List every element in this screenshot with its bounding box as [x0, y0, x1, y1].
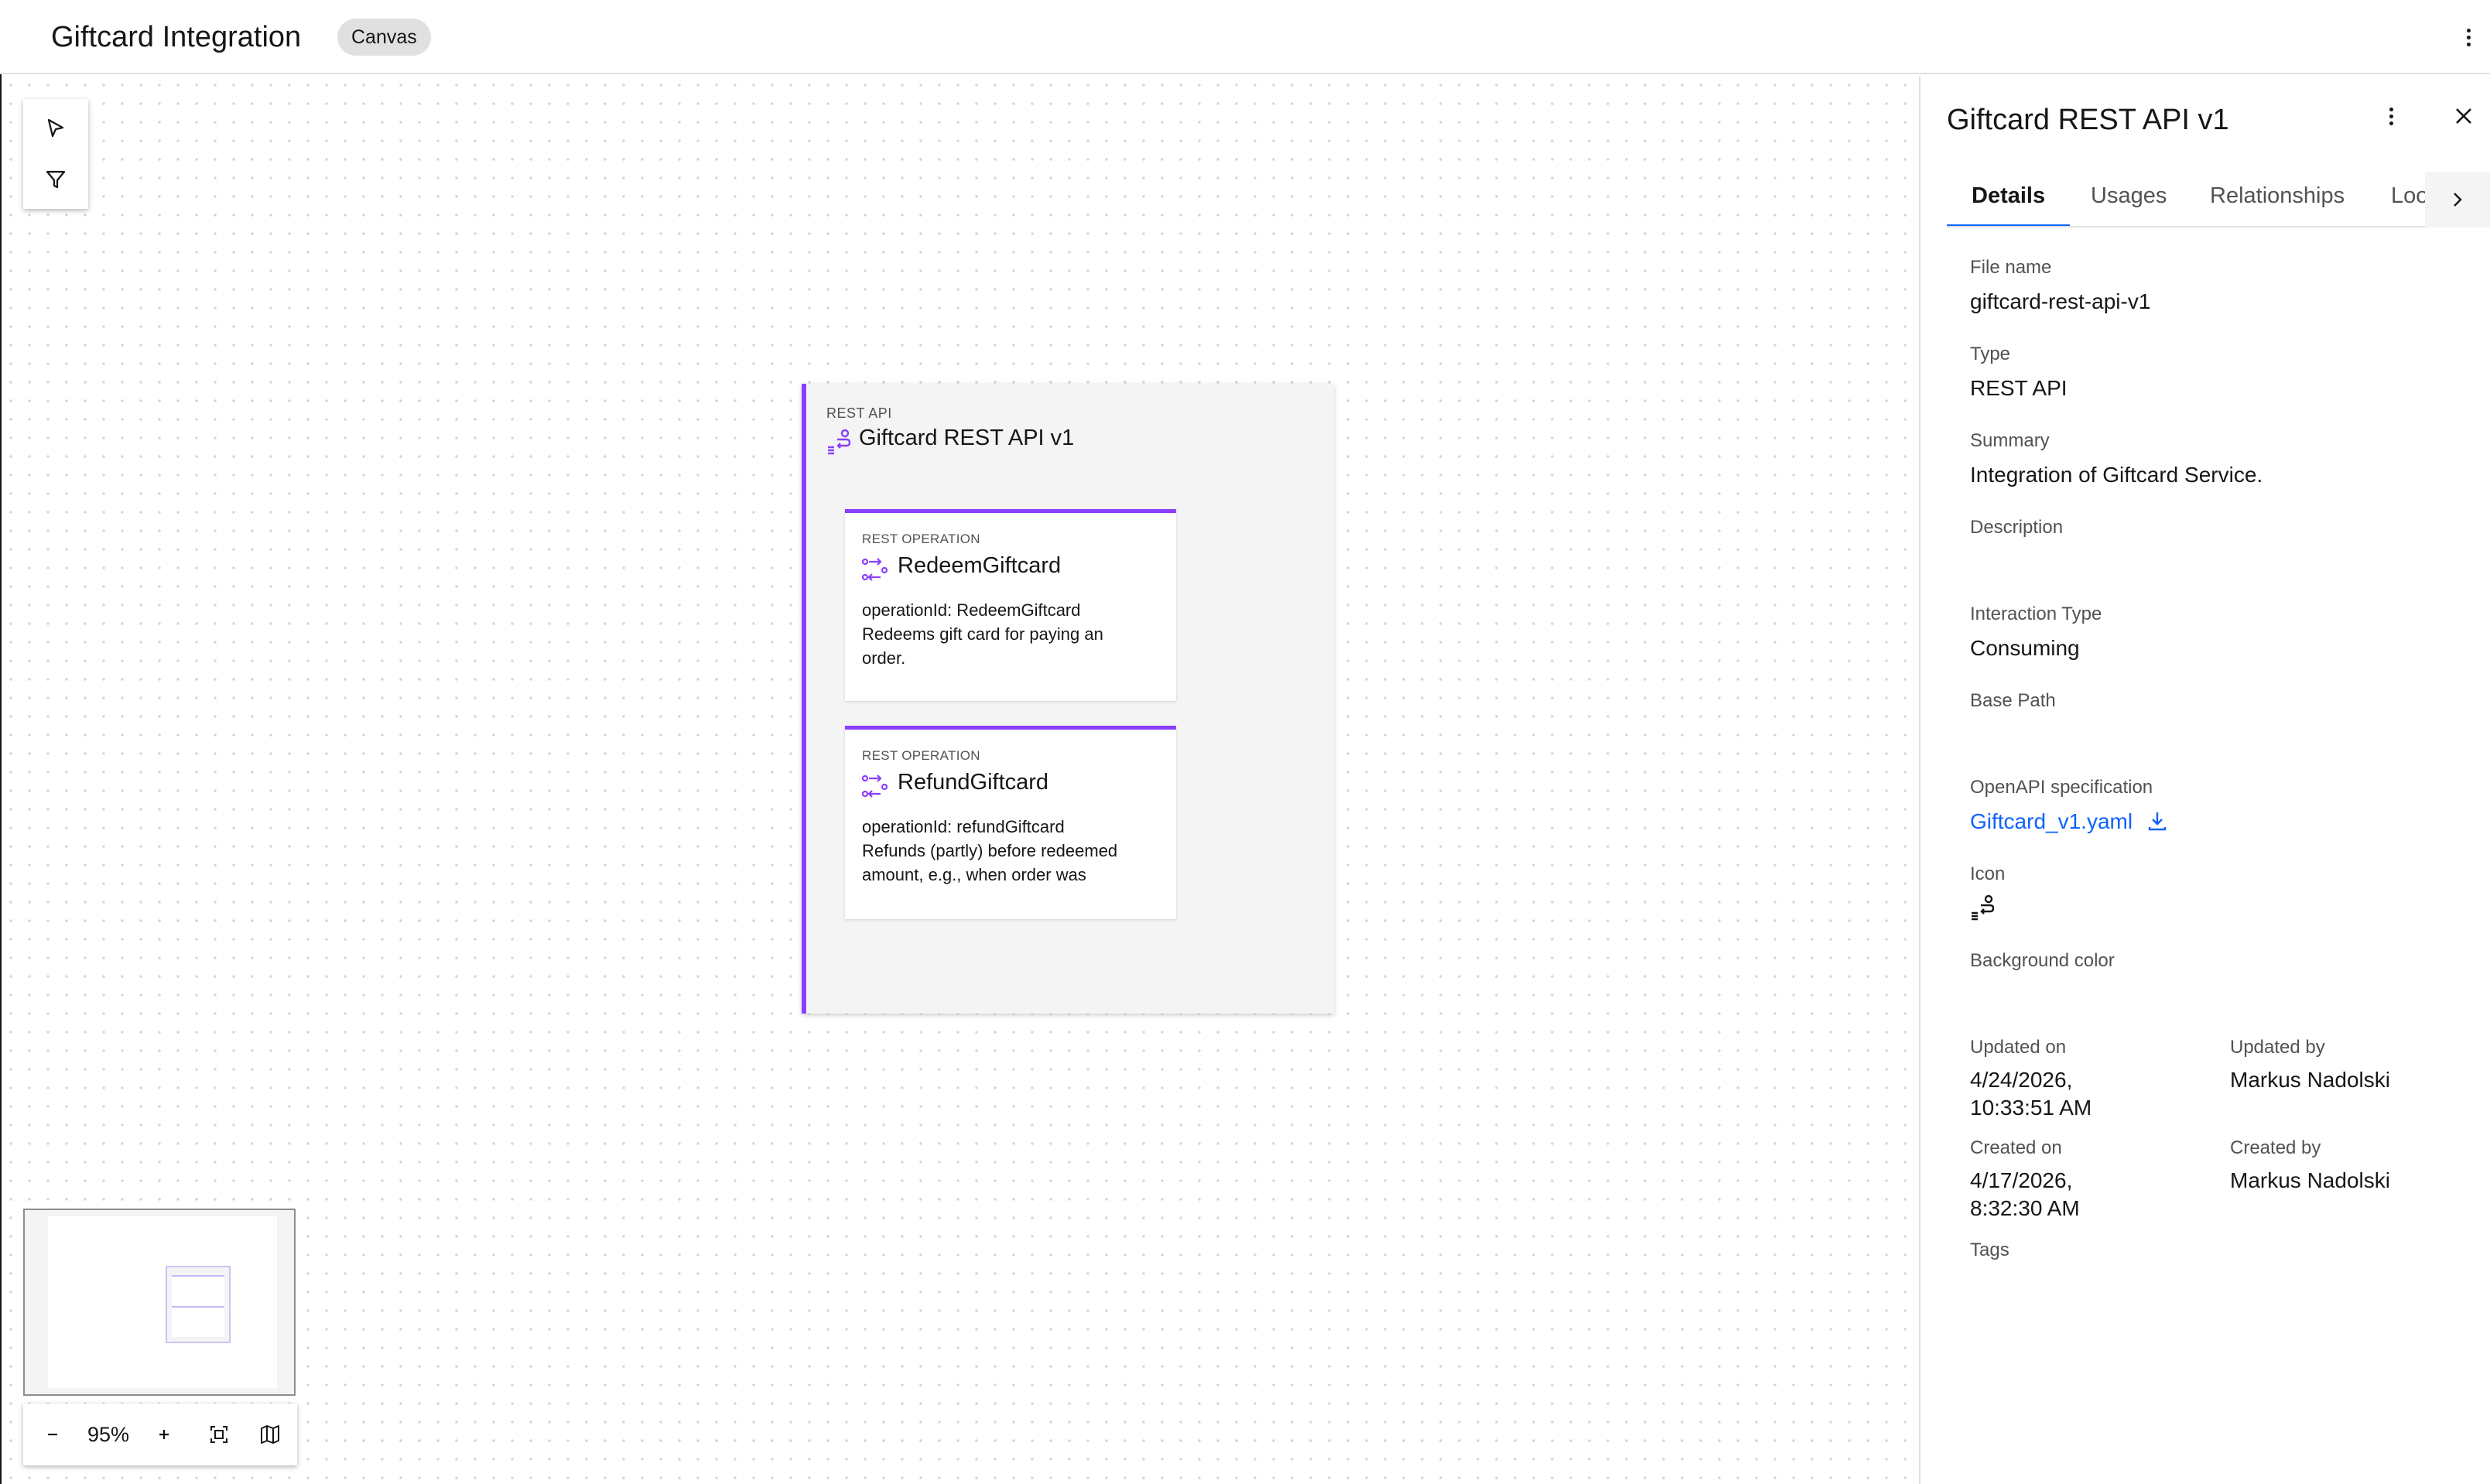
header-overflow-menu-icon[interactable]	[2461, 22, 2476, 53]
rest-operation-icon	[862, 774, 888, 798]
zoom-level: 95%	[87, 1422, 130, 1446]
tab-details[interactable]: Details	[1947, 172, 2071, 226]
icon-label: Icon	[1970, 863, 2006, 884]
fit-to-screen-button[interactable]	[193, 1404, 245, 1465]
base-path-label: Base Path	[1970, 690, 2056, 711]
minimap-node	[166, 1266, 231, 1343]
openapi-file-name: Giftcard_v1.yaml	[1970, 809, 2133, 833]
select-tool-button[interactable]	[23, 104, 88, 153]
minus-icon	[48, 1433, 57, 1436]
type-value: REST API	[1970, 376, 2068, 400]
canvas-tag: Canvas	[337, 19, 431, 56]
openapi-spec-label: OpenAPI specification	[1970, 777, 2153, 798]
rest-operation-icon	[862, 558, 888, 581]
operation-card-refund[interactable]: REST OPERATION RefundGiftcard operationI…	[845, 726, 1176, 919]
updated-by-value: Markus Nadolski	[2230, 1068, 2390, 1092]
minimap-viewport	[48, 1216, 277, 1388]
minimap-card	[172, 1306, 224, 1337]
panel-title: Giftcard REST API v1	[1947, 104, 2229, 136]
node-title: Giftcard REST API v1	[859, 426, 1075, 450]
operation-description: operationId: refundGiftcard Refunds (par…	[862, 817, 1118, 884]
created-on-label: Created on	[1970, 1137, 2062, 1158]
zoom-in-button[interactable]	[135, 1404, 193, 1465]
type-label: Type	[1970, 344, 2011, 364]
updated-by-label: Updated by	[2230, 1037, 2325, 1058]
map-icon	[261, 1425, 279, 1444]
tags-label: Tags	[1970, 1240, 2009, 1260]
operation-title: RedeemGiftcard	[898, 553, 1062, 578]
created-on-date: 4/17/2026,	[1970, 1168, 2073, 1192]
file-name-value: giftcard-rest-api-v1	[1970, 289, 2151, 313]
zoom-out-button[interactable]	[23, 1404, 82, 1465]
created-by-value: Markus Nadolski	[2230, 1168, 2390, 1192]
panel-tabs: Details Usages Relationships Loo	[1947, 172, 2427, 227]
file-name-label: File name	[1970, 257, 2052, 278]
tab-usages[interactable]: Usages	[2091, 172, 2167, 224]
updated-on-label: Updated on	[1970, 1037, 2067, 1058]
minimap[interactable]	[23, 1209, 296, 1396]
close-panel-button[interactable]	[2447, 99, 2481, 133]
tabs-scroll-right-button[interactable]	[2425, 172, 2490, 227]
tab-logs[interactable]: Loo	[2391, 172, 2427, 224]
rest-api-node[interactable]: REST API Giftcard REST API v1 REST OPERA…	[802, 384, 1334, 1014]
created-by-label: Created by	[2230, 1137, 2321, 1158]
operation-description: operationId: RedeemGiftcard Redeems gift…	[862, 600, 1103, 668]
interaction-type-value: Consuming	[1970, 636, 2080, 660]
interaction-type-label: Interaction Type	[1970, 604, 2102, 624]
close-icon	[2456, 108, 2471, 124]
zoom-toolbar: 95%	[23, 1404, 297, 1465]
canvas-toolbox	[23, 99, 88, 209]
rest-api-icon	[828, 429, 851, 455]
minimap-card	[172, 1275, 224, 1306]
operation-title: RefundGiftcard	[898, 770, 1049, 795]
summary-label: Summary	[1970, 430, 2050, 451]
filter-icon	[46, 170, 66, 189]
description-label: Description	[1970, 517, 2064, 538]
node-type-label: REST API	[826, 405, 892, 421]
pointer-icon	[47, 118, 64, 138]
updated-on-time: 10:33:51 AM	[1970, 1096, 2092, 1120]
operation-type-label: REST OPERATION	[862, 748, 980, 763]
fit-to-screen-icon	[210, 1426, 227, 1443]
rest-api-icon	[1972, 894, 1995, 921]
background-color-label: Background color	[1970, 950, 2115, 971]
page-title: Giftcard Integration	[51, 21, 302, 53]
app-header: Giftcard Integration Canvas	[0, 0, 2490, 74]
toggle-minimap-button[interactable]	[245, 1404, 296, 1465]
plus-icon	[159, 1430, 169, 1439]
created-on-time: 8:32:30 AM	[1970, 1196, 2080, 1220]
summary-value: Integration of Giftcard Service.	[1970, 463, 2263, 487]
operation-type-label: REST OPERATION	[862, 532, 980, 546]
tab-relationships[interactable]: Relationships	[2210, 172, 2345, 224]
filter-tool-button[interactable]	[23, 155, 88, 204]
openapi-file-link[interactable]: Giftcard_v1.yaml	[1970, 809, 2168, 834]
updated-on-date: 4/24/2026,	[1970, 1068, 2073, 1092]
operation-card-redeem[interactable]: REST OPERATION RedeemGiftcard operationI…	[845, 509, 1176, 701]
download-icon[interactable]	[2146, 810, 2168, 832]
panel-overflow-menu-icon[interactable]	[2383, 101, 2399, 132]
details-panel: Giftcard REST API v1 Details Usages Rela…	[1919, 76, 2490, 1484]
chevron-right-icon	[2454, 193, 2462, 207]
